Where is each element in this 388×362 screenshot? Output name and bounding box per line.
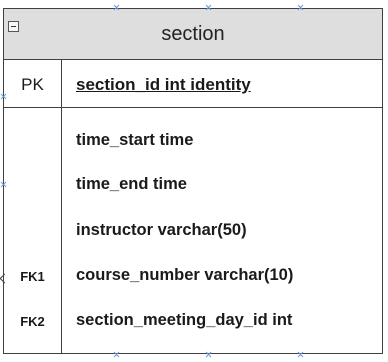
entity-title: section bbox=[161, 23, 225, 45]
connector-point-icon[interactable] bbox=[205, 351, 212, 358]
connector-point-icon[interactable] bbox=[297, 351, 304, 358]
attribute-time-end[interactable]: time_end time bbox=[76, 175, 187, 194]
fk2-key-label: FK2 bbox=[20, 314, 45, 329]
key-column-divider bbox=[61, 60, 62, 353]
connector-point-icon[interactable] bbox=[297, 4, 304, 11]
fk1-key-label: FK1 bbox=[20, 269, 45, 284]
attribute-section-meeting-day-id[interactable]: section_meeting_day_id int bbox=[76, 311, 292, 330]
attribute-course-number[interactable]: course_number varchar(10) bbox=[76, 266, 293, 285]
connector-point-icon[interactable] bbox=[113, 351, 120, 358]
attribute-time-start[interactable]: time_start time bbox=[76, 131, 193, 150]
connector-point-icon[interactable] bbox=[113, 4, 120, 11]
entity-header[interactable]: section bbox=[4, 9, 382, 60]
relationship-arrow-icon bbox=[0, 274, 6, 284]
entity-section[interactable]: section PK section_id int identity time_… bbox=[3, 8, 383, 354]
pk-field: section_id int identity bbox=[76, 75, 251, 94]
pk-key-label: PK bbox=[21, 75, 44, 94]
attribute-instructor[interactable]: instructor varchar(50) bbox=[76, 221, 247, 240]
connector-point-icon[interactable] bbox=[205, 4, 212, 11]
connector-point-icon[interactable] bbox=[0, 181, 7, 188]
connector-point-icon[interactable] bbox=[0, 93, 7, 100]
